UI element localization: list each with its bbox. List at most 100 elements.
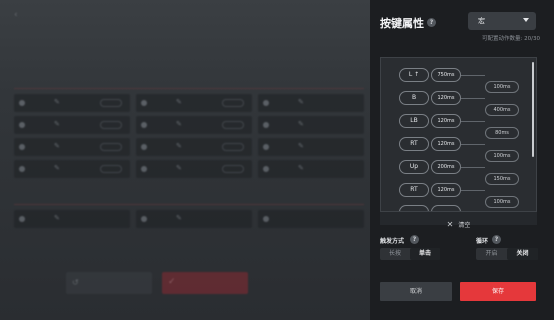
action-duration-chip[interactable]: 120ms: [431, 137, 461, 151]
background-value-chip: [222, 165, 244, 173]
button-icon: [263, 216, 269, 222]
button-icon: [263, 166, 269, 172]
loop-option-on[interactable]: 开启: [476, 248, 507, 260]
background-cell[interactable]: ✎: [136, 94, 252, 112]
key-properties-panel: 按键属性 ? 宏 可配置动作数量: 20/30 L ↑ 750ms B 120m…: [370, 0, 554, 320]
macro-action-list[interactable]: L ↑ 750ms B 120ms LB 120ms RT 120ms Up 2…: [380, 57, 537, 212]
list-scrollbar[interactable]: [532, 62, 534, 157]
background-cell[interactable]: ✎: [136, 210, 252, 228]
action-key-chip[interactable]: RT: [399, 137, 429, 151]
button-icon: [19, 166, 25, 172]
trigger-option-hold[interactable]: 长按: [380, 248, 410, 260]
background-cell[interactable]: ✎: [258, 116, 364, 134]
help-icon[interactable]: ?: [410, 235, 419, 244]
background-value-chip: [222, 143, 244, 151]
button-icon: [141, 100, 147, 106]
button-icon: [19, 216, 25, 222]
background-cell[interactable]: ✎: [14, 210, 130, 228]
background-value-chip: [100, 165, 122, 173]
button-icon: [263, 144, 269, 150]
connector-line: [461, 190, 485, 191]
loop-option-off[interactable]: 关闭: [507, 248, 538, 260]
pencil-icon: ✎: [54, 120, 60, 128]
background-cell[interactable]: ✎: [258, 94, 364, 112]
background-divider: [14, 88, 364, 89]
action-duration-chip[interactable]: 120ms: [431, 183, 461, 197]
background-row: ✎ ✎: [14, 210, 364, 228]
action-key-chip[interactable]: Up: [399, 160, 429, 174]
background-row: ✎ ✎ ✎: [14, 160, 364, 178]
background-value-chip: [100, 143, 122, 151]
action-key-chip: [399, 205, 429, 211]
background-value-chip: [100, 99, 122, 107]
loop-toggle[interactable]: 开启 关闭: [476, 248, 538, 260]
background-value-chip: [222, 99, 244, 107]
pencil-icon: ✎: [298, 142, 304, 150]
button-icon: [19, 100, 25, 106]
action-key-chip[interactable]: RT: [399, 183, 429, 197]
background-value-chip: [100, 121, 122, 129]
cancel-button[interactable]: 取消: [380, 282, 452, 301]
action-duration-chip[interactable]: 750ms: [431, 68, 461, 82]
back-icon[interactable]: ‹: [14, 10, 18, 20]
undo-icon: ↺: [72, 278, 79, 287]
pencil-icon: ✎: [176, 214, 182, 222]
save-button[interactable]: 保存: [460, 282, 536, 301]
action-key-chip[interactable]: B: [399, 91, 429, 105]
background-cell[interactable]: [258, 210, 364, 228]
background-cell[interactable]: ✎: [136, 160, 252, 178]
interval-chip[interactable]: 80ms: [485, 127, 519, 139]
help-icon[interactable]: ?: [492, 235, 501, 244]
pencil-icon: ✎: [176, 164, 182, 172]
background-cell[interactable]: ✎: [136, 138, 252, 156]
interval-chip[interactable]: 100ms: [485, 81, 519, 93]
interval-chip[interactable]: 100ms: [485, 196, 519, 208]
action-duration-chip[interactable]: 120ms: [431, 91, 461, 105]
pencil-icon: ✎: [176, 142, 182, 150]
background-cell[interactable]: ✎: [14, 116, 130, 134]
button-icon: [141, 216, 147, 222]
mode-select-value: 宏: [478, 17, 485, 25]
action-duration-chip[interactable]: 120ms: [431, 114, 461, 128]
trigger-option-click[interactable]: 单击: [410, 248, 440, 260]
background-cell[interactable]: ✎: [258, 160, 364, 178]
trigger-label: 触发方式: [380, 238, 405, 245]
connector-line: [461, 98, 485, 99]
pencil-icon: ✎: [298, 164, 304, 172]
clear-button[interactable]: ✕ 清空: [380, 212, 537, 229]
trigger-toggle[interactable]: 长按 单击: [380, 248, 440, 260]
action-count: 可配置动作数量: 20/30: [482, 36, 540, 42]
background-cell[interactable]: ✎: [136, 116, 252, 134]
button-icon: [141, 166, 147, 172]
interval-chip[interactable]: 150ms: [485, 173, 519, 185]
background-divider: [14, 204, 364, 205]
clear-label: 清空: [458, 222, 471, 229]
background-cell[interactable]: ✎: [14, 94, 130, 112]
check-icon: ✓: [168, 277, 176, 287]
background-cell[interactable]: ✎: [14, 138, 130, 156]
action-key-chip[interactable]: LB: [399, 114, 429, 128]
button-icon: [19, 122, 25, 128]
background-apply-button[interactable]: ✓: [162, 272, 248, 294]
connector-line: [461, 121, 485, 122]
background-value-chip: [222, 121, 244, 129]
interval-chip[interactable]: 400ms: [485, 104, 519, 116]
background-row: ✎ ✎ ✎: [14, 94, 364, 112]
button-icon: [263, 100, 269, 106]
loop-label: 循环: [476, 238, 489, 245]
help-icon[interactable]: ?: [427, 18, 436, 27]
background-reset-button[interactable]: ↺: [66, 272, 152, 294]
button-icon: [141, 122, 147, 128]
action-duration-chip: [431, 205, 461, 211]
action-key-chip[interactable]: L ↑: [399, 68, 429, 82]
action-duration-chip[interactable]: 200ms: [431, 160, 461, 174]
panel-title: 按键属性: [380, 17, 424, 30]
close-icon: ✕: [446, 220, 454, 229]
button-icon: [141, 144, 147, 150]
pencil-icon: ✎: [176, 98, 182, 106]
mode-select[interactable]: 宏: [468, 12, 536, 30]
background-cell[interactable]: ✎: [14, 160, 130, 178]
pencil-icon: ✎: [54, 164, 60, 172]
background-cell[interactable]: ✎: [258, 138, 364, 156]
interval-chip[interactable]: 100ms: [485, 150, 519, 162]
